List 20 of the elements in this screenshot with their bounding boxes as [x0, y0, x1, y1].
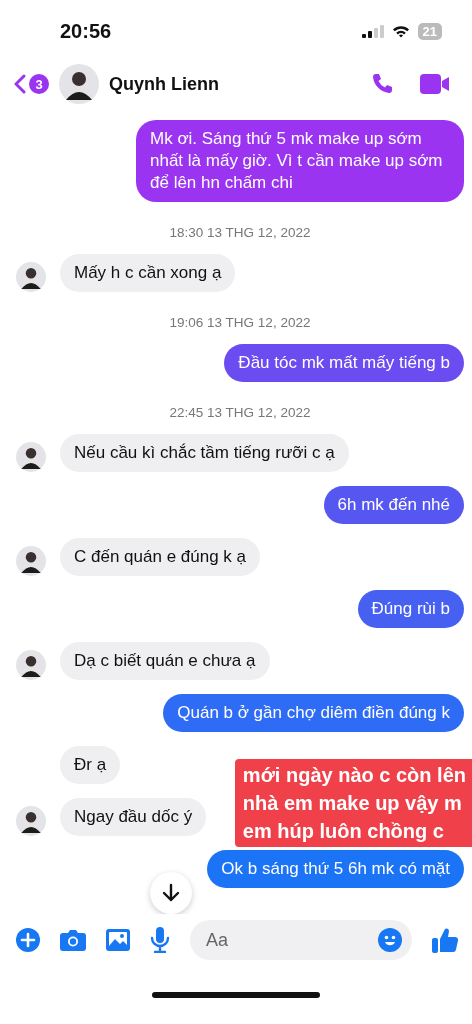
caption-text: mới ngày nào c còn lên nhà em make up vậy m em húp luôn chồng c	[234, 759, 472, 847]
message-input[interactable]: Aa	[190, 920, 412, 960]
received-message: Ngay đầu dốc ý	[60, 798, 207, 836]
received-message: Đr ạ	[60, 746, 121, 784]
timestamp: 18:30 13 THG 12, 2022	[168, 225, 312, 240]
contact-name[interactable]: Quynh Lienn	[109, 73, 219, 95]
received-message: C đến quán e đúng k ạ	[60, 538, 261, 576]
received-message: Dạ c biết quán e chưa ạ	[60, 642, 270, 680]
sent-message: Ok b sáng thứ 5 6h mk có mặt	[207, 850, 464, 888]
sent-message: Đúng rùi b	[357, 590, 464, 628]
sent-message: 6h mk đến nhé	[323, 486, 464, 524]
sent-message: Quán b ở gần chợ diêm điền đúng k	[163, 694, 464, 732]
timestamp: 22:45 13 THG 12, 2022	[168, 405, 312, 420]
battery-indicator: 21	[417, 22, 442, 40]
received-message: Mấy h c cần xong ạ	[60, 254, 236, 292]
timestamp: 19:06 13 THG 12, 2022	[168, 315, 312, 330]
sent-message: Đầu tóc mk mất mấy tiếng b	[224, 344, 464, 382]
received-message: Nếu cầu kì chắc tầm tiếng rưỡi c ạ	[60, 434, 349, 472]
status-time: 20:56	[60, 19, 112, 43]
sent-message: Mk ơi. Sáng thứ 5 mk make up sớm nhất là mấy giờ. Vì t cần make up sớm để lên hn chấm chi	[136, 120, 464, 202]
